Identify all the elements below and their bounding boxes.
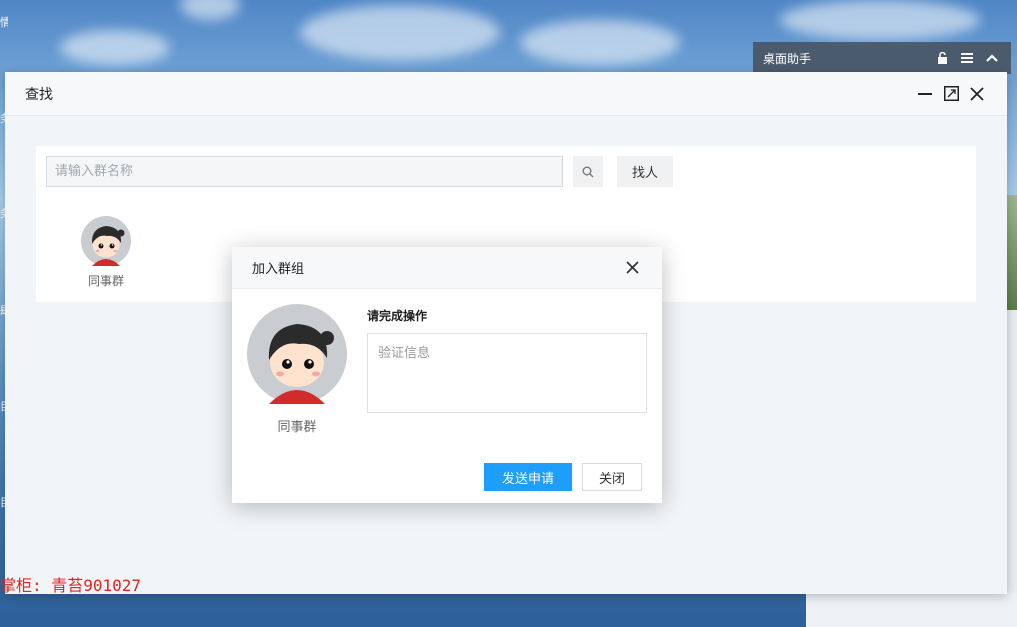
maximize-icon[interactable] — [941, 84, 961, 104]
find-window-title: 查找 — [25, 86, 53, 103]
find-people-button[interactable]: 找人 — [617, 156, 673, 187]
search-icon — [582, 166, 594, 177]
join-group-dialog-title: 加入群组 — [252, 262, 305, 277]
search-button[interactable] — [573, 156, 603, 187]
close-icon[interactable] — [967, 84, 987, 104]
desktop-photo — [1007, 195, 1017, 310]
watermark-text: 掌柜: 青苔901027 — [0, 576, 142, 595]
group-search-input[interactable] — [46, 156, 563, 187]
close-button[interactable]: 关闭 — [582, 463, 642, 491]
dialog-prompt: 请完成操作 — [367, 309, 428, 323]
sky-cloud — [780, 0, 980, 40]
close-icon[interactable] — [622, 258, 642, 278]
dialog-group-avatar: 同事群 — [247, 304, 347, 435]
group-avatar-icon — [247, 304, 347, 404]
minimize-icon[interactable] — [915, 84, 935, 104]
menu-icon[interactable] — [958, 49, 976, 67]
group-result-name: 同事群 — [87, 274, 124, 288]
desktop-panel-edge — [806, 593, 1017, 627]
dialog-group-name: 同事群 — [277, 420, 317, 435]
desktop-assistant-bar: 桌面助手 — [753, 42, 1011, 74]
unlock-icon[interactable] — [933, 49, 951, 67]
sky-cloud — [180, 0, 240, 20]
join-group-dialog-header: 加入群组 — [232, 247, 662, 289]
sky-cloud — [520, 20, 680, 65]
chevron-up-icon[interactable] — [983, 49, 1001, 67]
find-window-header: 查找 — [5, 72, 1007, 116]
send-request-button[interactable]: 发送申请 — [484, 463, 572, 491]
verification-message-input[interactable] — [367, 333, 647, 413]
group-avatar-icon — [81, 216, 131, 266]
assistant-title: 桌面助手 — [763, 51, 812, 66]
join-group-dialog: 加入群组 同事群 请完成操作 发送申请 关闭 — [232, 247, 662, 503]
sky-cloud — [60, 30, 170, 65]
desktop-icon-label[interactable]: 情 — [0, 14, 8, 30]
group-result-item[interactable]: 同事群 — [76, 216, 136, 289]
sky-cloud — [300, 5, 500, 60]
desktop-panel-edge — [1007, 310, 1017, 627]
